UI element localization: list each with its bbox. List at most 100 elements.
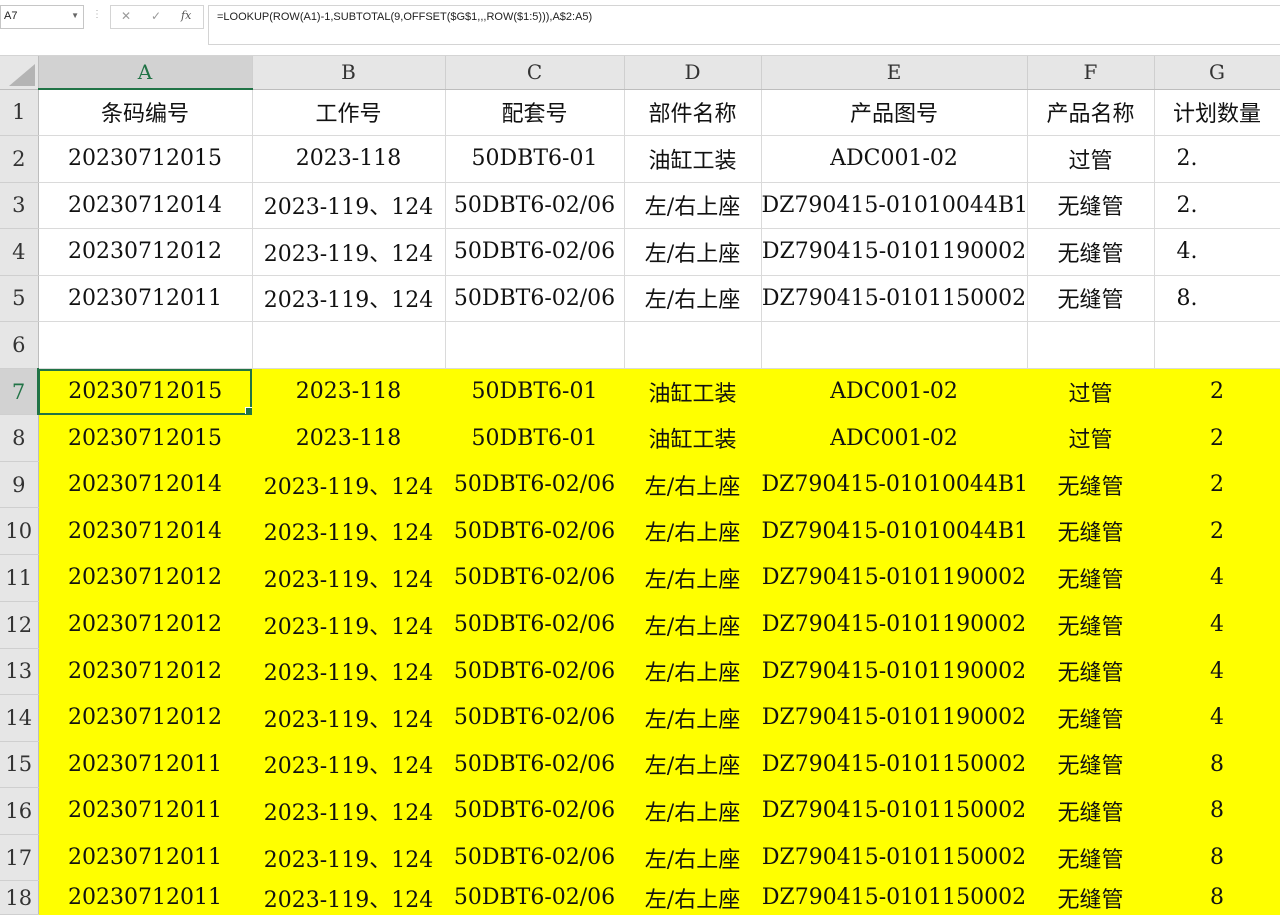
cell-g16[interactable]: 8 [1154, 787, 1280, 836]
cell-e11[interactable]: DZ790415-0101190002 [761, 554, 1028, 602]
cell-b2[interactable]: 2023-118 [252, 135, 446, 183]
cell-e1[interactable]: 产品图号 [761, 89, 1028, 136]
cell-a6[interactable] [38, 321, 253, 370]
cell-a16[interactable]: 20230712011 [38, 787, 253, 836]
cell-e18[interactable]: DZ790415-0101150002 [761, 880, 1028, 915]
cell-b12[interactable]: 2023-119、124 [252, 601, 446, 649]
cell-e15[interactable]: DZ790415-0101150002 [761, 741, 1028, 788]
select-all-button[interactable] [0, 56, 39, 90]
cell-f6[interactable] [1027, 321, 1155, 370]
row-header-7[interactable]: 7 [0, 368, 39, 416]
cell-c11[interactable]: 50DBT6-02/06 [445, 554, 625, 602]
row-header-18[interactable]: 18 [0, 880, 39, 915]
cell-e17[interactable]: DZ790415-0101150002 [761, 834, 1028, 882]
cell-d14[interactable]: 左/右上座 [624, 694, 762, 742]
cell-c6[interactable] [445, 321, 625, 370]
cell-b10[interactable]: 2023-119、124 [252, 507, 446, 556]
row-header-13[interactable]: 13 [0, 648, 39, 695]
column-header-c[interactable]: C [445, 56, 625, 90]
cell-d13[interactable]: 左/右上座 [624, 648, 762, 695]
cell-e13[interactable]: DZ790415-0101190002 [761, 648, 1028, 695]
column-header-d[interactable]: D [624, 56, 762, 90]
cell-b16[interactable]: 2023-119、124 [252, 787, 446, 836]
cell-c2[interactable]: 50DBT6-01 [445, 135, 625, 183]
cell-e3[interactable]: DZ790415-01010044B1 [761, 182, 1028, 229]
row-header-15[interactable]: 15 [0, 741, 39, 788]
cell-g14[interactable]: 4 [1154, 694, 1280, 742]
cell-a11[interactable]: 20230712012 [38, 554, 253, 602]
row-header-6[interactable]: 6 [0, 321, 39, 370]
cell-g8[interactable]: 2 [1154, 414, 1280, 463]
cell-e4[interactable]: DZ790415-0101190002 [761, 228, 1028, 276]
cell-f4[interactable]: 无缝管 [1027, 228, 1155, 276]
row-header-16[interactable]: 16 [0, 787, 39, 836]
cell-g1[interactable]: 计划数量 [1154, 89, 1280, 136]
cell-a1[interactable]: 条码编号 [38, 89, 253, 136]
cell-a5[interactable]: 20230712011 [38, 275, 253, 322]
cell-f11[interactable]: 无缝管 [1027, 554, 1155, 602]
cell-g12[interactable]: 4 [1154, 601, 1280, 649]
cell-b13[interactable]: 2023-119、124 [252, 648, 446, 695]
cell-f1[interactable]: 产品名称 [1027, 89, 1155, 136]
formula-input[interactable]: =LOOKUP(ROW(A1)-1,SUBTOTAL(9,OFFSET($G$1… [208, 5, 1280, 45]
cell-f2[interactable]: 过管 [1027, 135, 1155, 183]
cell-g17[interactable]: 8 [1154, 834, 1280, 882]
cell-e16[interactable]: DZ790415-0101150002 [761, 787, 1028, 836]
cell-e6[interactable] [761, 321, 1028, 370]
cell-b14[interactable]: 2023-119、124 [252, 694, 446, 742]
cell-d9[interactable]: 左/右上座 [624, 461, 762, 509]
cell-c15[interactable]: 50DBT6-02/06 [445, 741, 625, 788]
row-header-2[interactable]: 2 [0, 135, 39, 183]
row-header-8[interactable]: 8 [0, 414, 39, 463]
cell-b5[interactable]: 2023-119、124 [252, 275, 446, 322]
cell-c16[interactable]: 50DBT6-02/06 [445, 787, 625, 836]
column-header-g[interactable]: G [1154, 56, 1280, 90]
cell-g18[interactable]: 8 [1154, 880, 1280, 915]
cell-f3[interactable]: 无缝管 [1027, 182, 1155, 229]
cell-b8[interactable]: 2023-118 [252, 414, 446, 463]
cell-g2[interactable]: 2. [1154, 135, 1280, 183]
row-header-17[interactable]: 17 [0, 834, 39, 882]
cell-f18[interactable]: 无缝管 [1027, 880, 1155, 915]
cell-a18[interactable]: 20230712011 [38, 880, 253, 915]
column-header-b[interactable]: B [252, 56, 446, 90]
cell-e10[interactable]: DZ790415-01010044B1 [761, 507, 1028, 556]
cell-e12[interactable]: DZ790415-0101190002 [761, 601, 1028, 649]
cell-e7[interactable]: ADC001-02 [761, 368, 1028, 416]
row-header-12[interactable]: 12 [0, 601, 39, 649]
cell-b18[interactable]: 2023-119、124 [252, 880, 446, 915]
fill-handle[interactable] [244, 407, 251, 414]
cell-g15[interactable]: 8 [1154, 741, 1280, 788]
cell-a12[interactable]: 20230712012 [38, 601, 253, 649]
cell-d12[interactable]: 左/右上座 [624, 601, 762, 649]
cell-a15[interactable]: 20230712011 [38, 741, 253, 788]
cell-f12[interactable]: 无缝管 [1027, 601, 1155, 649]
row-header-4[interactable]: 4 [0, 228, 39, 276]
cell-d11[interactable]: 左/右上座 [624, 554, 762, 602]
cell-f17[interactable]: 无缝管 [1027, 834, 1155, 882]
cell-d16[interactable]: 左/右上座 [624, 787, 762, 836]
cell-b1[interactable]: 工作号 [252, 89, 446, 136]
row-header-9[interactable]: 9 [0, 461, 39, 509]
chevron-down-icon[interactable]: ▼ [71, 11, 79, 20]
cell-f15[interactable]: 无缝管 [1027, 741, 1155, 788]
cell-f13[interactable]: 无缝管 [1027, 648, 1155, 695]
row-header-1[interactable]: 1 [0, 89, 39, 136]
cell-a4[interactable]: 20230712012 [38, 228, 253, 276]
row-header-5[interactable]: 5 [0, 275, 39, 322]
cell-d15[interactable]: 左/右上座 [624, 741, 762, 788]
cell-d2[interactable]: 油缸工装 [624, 135, 762, 183]
cell-c18[interactable]: 50DBT6-02/06 [445, 880, 625, 915]
cell-c14[interactable]: 50DBT6-02/06 [445, 694, 625, 742]
row-header-3[interactable]: 3 [0, 182, 39, 229]
cell-f10[interactable]: 无缝管 [1027, 507, 1155, 556]
cell-g5[interactable]: 8. [1154, 275, 1280, 322]
cell-d8[interactable]: 油缸工装 [624, 414, 762, 463]
cell-c1[interactable]: 配套号 [445, 89, 625, 136]
cell-a14[interactable]: 20230712012 [38, 694, 253, 742]
cell-d5[interactable]: 左/右上座 [624, 275, 762, 322]
cell-b17[interactable]: 2023-119、124 [252, 834, 446, 882]
cell-f9[interactable]: 无缝管 [1027, 461, 1155, 509]
cell-d1[interactable]: 部件名称 [624, 89, 762, 136]
cell-a8[interactable]: 20230712015 [38, 414, 253, 463]
